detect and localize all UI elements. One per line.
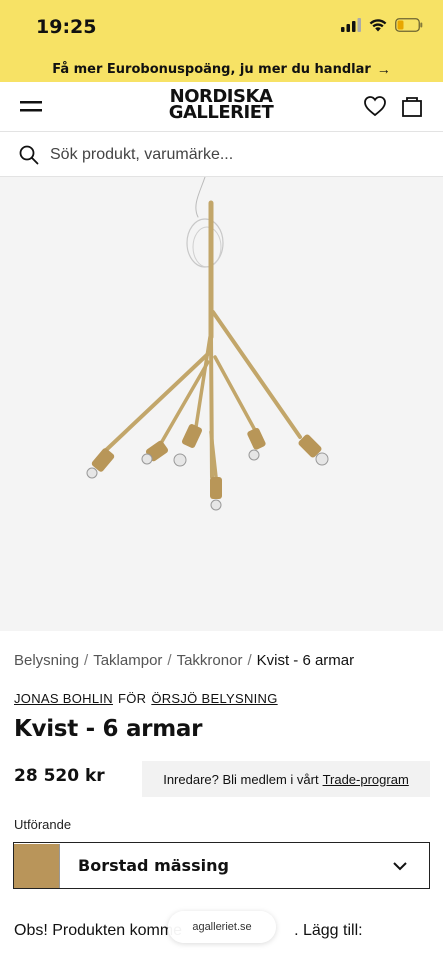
site-logo[interactable]: NORDISKA GALLERIET	[152, 88, 290, 123]
notice-end: . Lägg till:	[294, 922, 363, 939]
product-image[interactable]	[0, 176, 443, 631]
wifi-icon	[369, 19, 387, 32]
manufacturer-link[interactable]: ÖRSJÖ BELYSNING	[151, 691, 277, 706]
trade-program-banner: Inredare? Bli medlem i vårt Trade-progra…	[142, 761, 430, 797]
status-bar: 19:25	[0, 0, 443, 56]
status-time: 19:25	[36, 16, 97, 38]
breadcrumb-item-takkronor[interactable]: Takkronor	[177, 652, 243, 669]
promo-text: Få mer Eurobonuspoäng, ju mer du handlar	[52, 61, 371, 77]
trade-text: Inredare? Bli medlem i vårt	[163, 771, 319, 787]
designer-link[interactable]: JONAS BOHLIN	[14, 691, 113, 706]
heart-icon[interactable]	[363, 94, 387, 118]
variant-value: Borstad mässing	[78, 856, 229, 875]
brand-line: JONAS BOHLIN FÖR ÖRSJÖ BELYSNING	[14, 691, 278, 706]
notice-start: Obs! Produkten komme	[14, 922, 183, 939]
color-swatch	[14, 843, 60, 888]
shopping-bag-icon[interactable]	[400, 94, 424, 118]
product-title: Kvist - 6 armar	[14, 716, 203, 742]
breadcrumb-separator: /	[167, 652, 172, 669]
breadcrumb-current: Kvist - 6 armar	[256, 652, 355, 669]
variant-label: Utförande	[14, 817, 72, 832]
battery-icon	[395, 18, 423, 32]
breadcrumb-separator: /	[247, 652, 252, 669]
breadcrumb: Belysning / Taklampor / Takkronor / Kvis…	[14, 652, 354, 669]
site-header: NORDISKA GALLERIET	[0, 82, 443, 132]
search-icon[interactable]	[18, 144, 40, 166]
hamburger-menu-icon[interactable]	[20, 97, 44, 117]
search-bar	[0, 133, 443, 177]
search-input[interactable]	[50, 141, 420, 169]
breadcrumb-item-taklampor[interactable]: Taklampor	[93, 652, 162, 669]
logo-line-2: GALLERIET	[168, 102, 274, 123]
chevron-down-icon	[393, 861, 407, 870]
browser-url-pill[interactable]: agalleriet.se	[168, 911, 276, 943]
breadcrumb-separator: /	[84, 652, 89, 669]
cellular-signal-icon	[341, 18, 361, 32]
variant-select[interactable]: Borstad mässing	[13, 842, 430, 889]
status-icons	[341, 18, 423, 32]
brand-connector: FÖR	[117, 691, 147, 706]
promo-banner[interactable]: Få mer Eurobonuspoäng, ju mer du handlar…	[0, 56, 443, 82]
product-price: 28 520 kr	[14, 766, 105, 786]
arrow-right-icon: →	[376, 61, 391, 77]
chandelier-illustration	[86, 176, 329, 511]
trade-program-link[interactable]: Trade-program	[323, 772, 409, 787]
breadcrumb-item-belysning[interactable]: Belysning	[14, 652, 79, 669]
